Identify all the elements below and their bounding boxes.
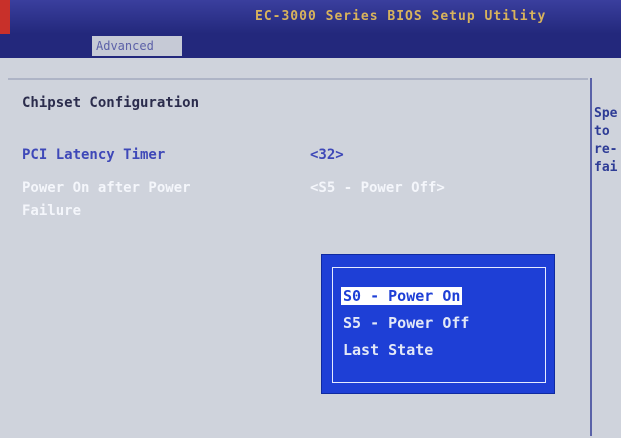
help-text-line: Spe [594, 106, 618, 121]
option-last-state[interactable]: Last State [343, 341, 433, 359]
option-s0-power-on[interactable]: S0 - Power On [341, 287, 463, 305]
tab-advanced[interactable]: Advanced [92, 36, 182, 56]
help-text-line: fai [594, 160, 618, 175]
power-on-after-failure-value[interactable]: <S5 - Power Off> [310, 180, 445, 196]
bios-title: EC-3000 Series BIOS Setup Utility [255, 9, 547, 24]
section-title: Chipset Configuration [22, 95, 200, 111]
pci-latency-timer-label[interactable]: PCI Latency Timer [22, 147, 165, 163]
power-on-after-failure-label-cont: Failure [22, 203, 82, 219]
power-on-after-failure-label[interactable]: Power On after Power [22, 180, 191, 196]
pci-latency-timer-value[interactable]: <32> [310, 147, 344, 163]
option-s5-power-off[interactable]: S5 - Power Off [343, 314, 469, 332]
help-text-line: to [594, 124, 610, 139]
title-bar-accent [0, 0, 10, 34]
help-text-line: re- [594, 142, 618, 157]
